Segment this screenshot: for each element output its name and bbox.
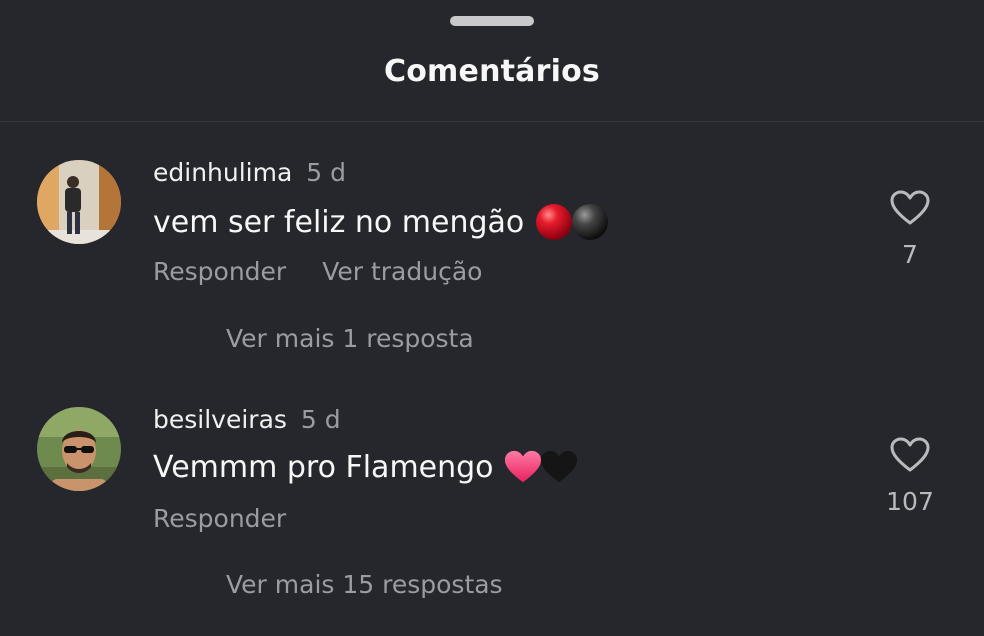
header-divider (0, 121, 984, 122)
reply-button[interactable]: Responder (153, 504, 286, 533)
username[interactable]: besilveiras (153, 405, 287, 434)
like-count: 7 (902, 240, 918, 269)
comment-age: 5 d (300, 405, 341, 434)
comment-item: edinhulima 5 d vem ser feliz no mengão R… (0, 150, 984, 353)
sheet-title: Comentários (384, 54, 600, 89)
comment-text: Vemmm pro Flamengo (153, 449, 578, 485)
comment-body: Vemmm pro Flamengo (153, 449, 494, 485)
comment-age: 5 d (306, 158, 347, 187)
username[interactable]: edinhulima (153, 158, 292, 187)
avatar[interactable] (37, 407, 121, 491)
comment-text: vem ser feliz no mengão (153, 202, 610, 242)
view-more-replies-button[interactable]: Ver mais 15 respostas (226, 570, 503, 599)
like-group: 107 (880, 437, 940, 516)
comment-item: besilveiras 5 d Vemmm pro Flamengo Respon… (0, 397, 984, 599)
avatar[interactable] (37, 160, 121, 244)
emoji-group (534, 202, 610, 242)
like-group: 7 (880, 190, 940, 269)
comment-header: besilveiras 5 d (153, 405, 341, 434)
comment-header: edinhulima 5 d (153, 158, 346, 187)
view-more-replies-button[interactable]: Ver mais 1 resposta (226, 324, 474, 353)
translate-button[interactable]: Ver tradução (322, 257, 482, 286)
red-circle-icon (536, 204, 573, 240)
like-count: 107 (886, 487, 934, 516)
black-circle-icon (572, 204, 609, 240)
pink-heart-icon (504, 450, 541, 483)
sheet-drag-handle[interactable] (450, 16, 534, 26)
heart-outline-icon[interactable] (890, 437, 930, 473)
black-heart-icon (540, 450, 577, 483)
comment-actions: Responder Ver tradução (153, 257, 482, 286)
emoji-group (504, 449, 578, 485)
heart-outline-icon[interactable] (890, 190, 930, 226)
comment-actions: Responder (153, 504, 286, 533)
reply-button[interactable]: Responder (153, 257, 286, 286)
comment-body: vem ser feliz no mengão (153, 204, 525, 240)
